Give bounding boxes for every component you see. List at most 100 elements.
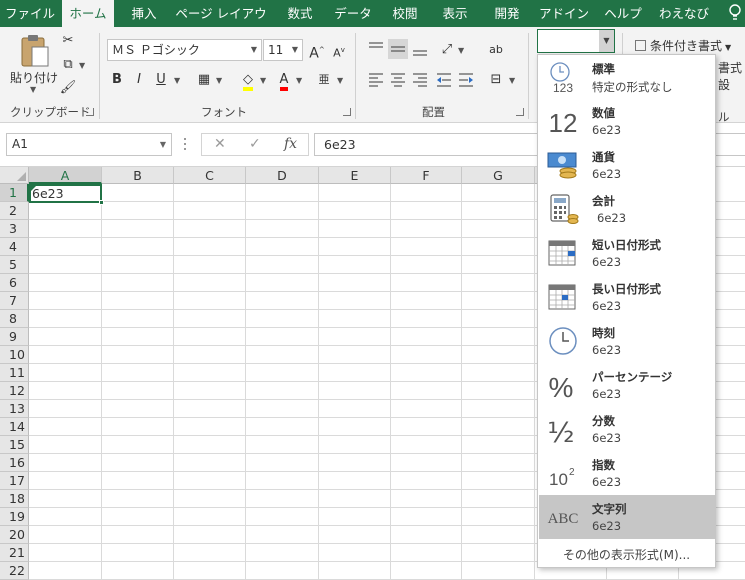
- tab-formulas[interactable]: 数式: [278, 0, 322, 27]
- chevron-down-icon[interactable]: ▼: [599, 30, 614, 52]
- increase-font-size-icon[interactable]: A^: [306, 39, 328, 62]
- font-color-icon[interactable]: A: [273, 69, 295, 91]
- format-item-percentage[interactable]: % パーセンテージ 6e23: [539, 363, 715, 407]
- merge-center-icon[interactable]: ⊟: [485, 69, 507, 91]
- borders-dropdown-arrow[interactable]: ▼: [216, 76, 222, 85]
- format-item-accounting[interactable]: 会計 6e23: [539, 187, 715, 231]
- vertical-align-icons[interactable]: [366, 39, 430, 59]
- phonetic-guide-icon[interactable]: 亜: [313, 69, 335, 91]
- tab-insert[interactable]: 挿入: [121, 0, 167, 27]
- paste-icon[interactable]: [18, 33, 52, 69]
- cut-icon[interactable]: ✂: [57, 30, 79, 52]
- underline-button[interactable]: U: [150, 69, 172, 91]
- font-size-combo[interactable]: 11 ▼: [263, 39, 303, 61]
- row-header-5[interactable]: 5: [0, 256, 29, 274]
- format-item-long-date[interactable]: 長い日付形式 6e23: [539, 275, 715, 319]
- cancel-icon[interactable]: ✕: [214, 136, 226, 152]
- row-header-19[interactable]: 19: [0, 508, 29, 526]
- column-header-g[interactable]: G: [462, 167, 535, 184]
- row-header-15[interactable]: 15: [0, 436, 29, 454]
- conditional-formatting-button[interactable]: 条件付き書式 ▼: [635, 37, 745, 54]
- row-header-8[interactable]: 8: [0, 310, 29, 328]
- row-header-13[interactable]: 13: [0, 400, 29, 418]
- format-item-general[interactable]: 123 標準 特定の形式なし: [539, 55, 715, 99]
- row-header-12[interactable]: 12: [0, 382, 29, 400]
- row-header-1[interactable]: 1: [0, 184, 29, 202]
- column-header-d[interactable]: D: [246, 167, 319, 184]
- row-header-3[interactable]: 3: [0, 220, 29, 238]
- merge-dropdown-arrow[interactable]: ▼: [509, 76, 515, 85]
- row-header-6[interactable]: 6: [0, 274, 29, 292]
- select-all-button[interactable]: [0, 167, 29, 184]
- paste-dropdown-arrow[interactable]: ▼: [30, 85, 36, 94]
- underline-dropdown-arrow[interactable]: ▼: [174, 76, 180, 85]
- italic-button[interactable]: I: [128, 69, 150, 91]
- row-header-7[interactable]: 7: [0, 292, 29, 310]
- format-item-preview: 6e23: [592, 255, 622, 269]
- column-header-c[interactable]: C: [174, 167, 246, 184]
- bold-button[interactable]: B: [106, 69, 128, 91]
- format-item-currency[interactable]: 通貨 6e23: [539, 143, 715, 187]
- number-format-combo[interactable]: ▼: [537, 29, 615, 53]
- lightbulb-icon[interactable]: [728, 4, 742, 22]
- row-header-9[interactable]: 9: [0, 328, 29, 346]
- fill-handle[interactable]: [99, 200, 104, 205]
- tab-file[interactable]: ファイル: [0, 0, 60, 27]
- tab-home[interactable]: ホーム: [62, 0, 114, 27]
- format-as-table-button[interactable]: 書式設: [718, 59, 745, 93]
- borders-icon[interactable]: ▦: [193, 69, 215, 91]
- wrap-text-icon[interactable]: ab: [485, 39, 507, 61]
- format-item-text[interactable]: ABC 文字列 6e23: [539, 495, 715, 539]
- column-header-e[interactable]: E: [319, 167, 391, 184]
- format-item-time[interactable]: 時刻 6e23: [539, 319, 715, 363]
- orientation-dropdown-arrow[interactable]: ▼: [458, 46, 464, 55]
- format-item-short-date[interactable]: 短い日付形式 6e23: [539, 231, 715, 275]
- tab-data[interactable]: データ: [328, 0, 378, 27]
- more-number-formats-link[interactable]: その他の表示形式(M)...: [538, 546, 715, 563]
- tab-view[interactable]: 表示: [432, 0, 478, 27]
- row-header-21[interactable]: 21: [0, 544, 29, 562]
- formula-bar-splitter[interactable]: [183, 135, 187, 155]
- fill-color-dropdown-arrow[interactable]: ▼: [260, 76, 266, 85]
- tab-review[interactable]: 校閲: [383, 0, 427, 27]
- row-header-22[interactable]: 22: [0, 562, 29, 580]
- tab-waenabi[interactable]: わえなび: [654, 0, 714, 27]
- alignment-launcher-icon[interactable]: [516, 108, 524, 116]
- copy-dropdown-arrow[interactable]: ▼: [79, 61, 85, 70]
- copy-icon[interactable]: ⧉: [57, 54, 79, 76]
- name-box[interactable]: A1 ▼: [6, 133, 172, 156]
- font-name-combo[interactable]: ＭＳ Ｐゴシック ▼: [107, 39, 262, 61]
- font-launcher-icon[interactable]: [343, 108, 351, 116]
- decrease-font-size-icon[interactable]: Av: [328, 39, 350, 61]
- horizontal-align-icons[interactable]: [366, 71, 476, 89]
- row-header-10[interactable]: 10: [0, 346, 29, 364]
- phonetic-dropdown-arrow[interactable]: ▼: [337, 76, 343, 85]
- clipboard-launcher-icon[interactable]: [86, 108, 94, 116]
- format-item-fraction[interactable]: ½ 分数 6e23: [539, 407, 715, 451]
- insert-function-button[interactable]: fx: [284, 136, 297, 152]
- row-header-11[interactable]: 11: [0, 364, 29, 382]
- row-header-14[interactable]: 14: [0, 418, 29, 436]
- column-header-f[interactable]: F: [391, 167, 462, 184]
- row-header-16[interactable]: 16: [0, 454, 29, 472]
- row-header-4[interactable]: 4: [0, 238, 29, 256]
- row-header-18[interactable]: 18: [0, 490, 29, 508]
- tab-developer[interactable]: 開発: [484, 0, 530, 27]
- fill-color-icon[interactable]: ◇: [237, 69, 259, 91]
- row-header-2[interactable]: 2: [0, 202, 29, 220]
- column-header-b[interactable]: B: [102, 167, 174, 184]
- column-header-a[interactable]: A: [29, 167, 102, 184]
- format-painter-icon[interactable]: 🖌: [57, 77, 79, 99]
- format-item-number[interactable]: 12 数値 6e23: [539, 99, 715, 143]
- tab-help[interactable]: ヘルプ: [598, 0, 648, 27]
- row-header-20[interactable]: 20: [0, 526, 29, 544]
- tab-addins[interactable]: アドイン: [536, 0, 592, 27]
- row-header-17[interactable]: 17: [0, 472, 29, 490]
- tab-page-layout[interactable]: ページ レイアウト: [172, 0, 270, 48]
- paste-button-label[interactable]: 貼り付け: [10, 69, 58, 86]
- format-item-scientific[interactable]: 10 2 指数 6e23: [539, 451, 715, 495]
- active-cell-a1[interactable]: 6e23: [29, 184, 104, 205]
- font-color-dropdown-arrow[interactable]: ▼: [296, 76, 302, 85]
- enter-icon[interactable]: ✓: [249, 136, 261, 152]
- orientation-icon[interactable]: ⤢: [436, 39, 458, 61]
